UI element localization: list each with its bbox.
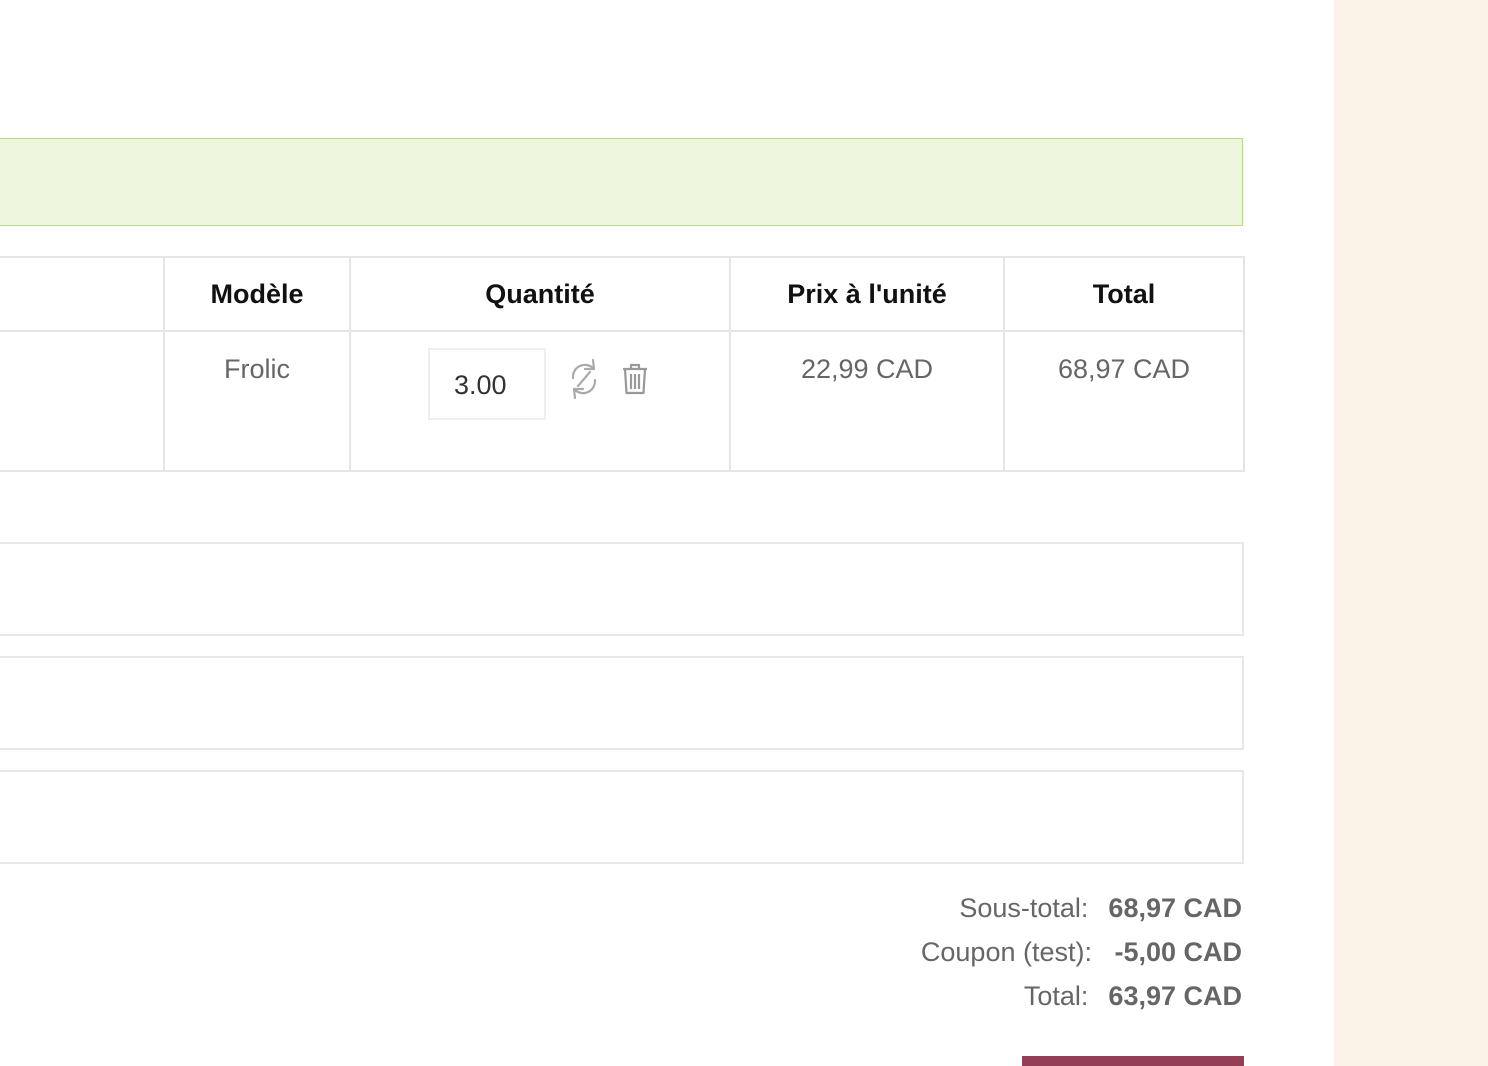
cart-table-header: Modèle Quantité Prix à l'unité Total	[0, 256, 1245, 332]
subtotal-label: Sous-total:	[959, 893, 1089, 923]
cell-quantity	[349, 330, 731, 472]
collapsible-panel-coupon[interactable]	[0, 542, 1244, 636]
trash-icon[interactable]	[618, 359, 652, 399]
coupon-row: Coupon (test): -5,00 CAD	[921, 930, 1242, 974]
header-total: Total	[1003, 256, 1245, 332]
total-label: Total:	[1023, 981, 1089, 1011]
product-model: Frolic	[224, 354, 290, 384]
header-model: Modèle	[163, 256, 351, 332]
coupon-value: -5,00 CAD	[1114, 937, 1242, 967]
collapsible-panel-shipping[interactable]	[0, 770, 1244, 864]
coupon-label: Coupon (test):	[920, 937, 1092, 967]
quantity-input[interactable]	[428, 348, 546, 420]
total-row: Total: 63,97 CAD	[921, 974, 1242, 1018]
subtotal-row: Sous-total: 68,97 CAD	[921, 886, 1242, 930]
cell-unit-price: 22,99 CAD	[729, 330, 1005, 472]
header-unit-price: Prix à l'unité	[729, 256, 1005, 332]
cell-total: 68,97 CAD	[1003, 330, 1245, 472]
unit-price: 22,99 CAD	[800, 354, 934, 384]
total-value: 63,97 CAD	[1108, 981, 1242, 1011]
header-product	[0, 256, 165, 332]
header-quantity: Quantité	[349, 256, 731, 332]
right-sidebar	[1334, 0, 1488, 1066]
subtotal-value: 68,97 CAD	[1108, 893, 1242, 923]
cart-table: Modèle Quantité Prix à l'unité Total Fro…	[0, 256, 1245, 472]
checkout-button[interactable]	[1022, 1056, 1244, 1066]
success-alert	[0, 138, 1243, 226]
refresh-icon[interactable]	[566, 356, 602, 402]
table-row: Frolic 3.00 22,99 CAD 68,97 CAD	[0, 330, 1245, 472]
order-totals: Sous-total: 68,97 CAD Coupon (test): -5,…	[921, 886, 1242, 1018]
cart-page: Modèle Quantité Prix à l'unité Total Fro…	[0, 0, 1488, 1066]
cell-model: Frolic	[163, 330, 351, 472]
cell-product	[0, 330, 165, 472]
collapsible-panel-voucher[interactable]	[0, 656, 1244, 750]
line-total: 68,97 CAD	[1057, 354, 1191, 384]
quantity-controls	[351, 332, 729, 420]
